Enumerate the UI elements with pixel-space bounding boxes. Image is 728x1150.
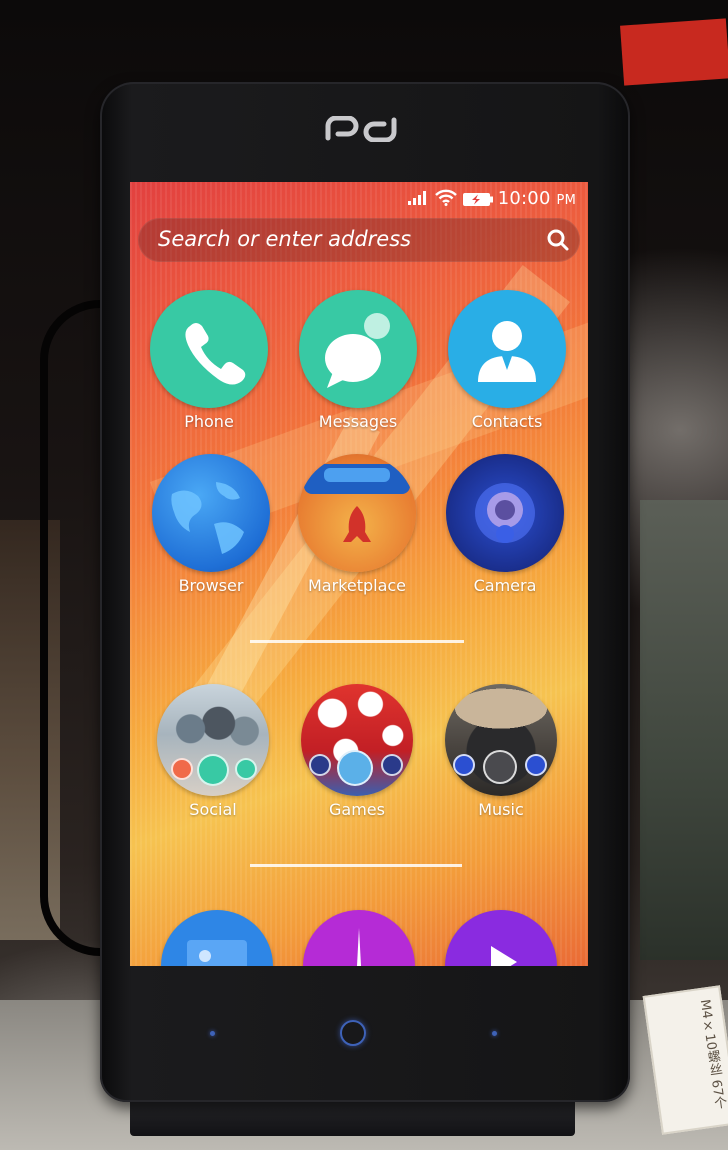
app-gallery[interactable] [152,910,282,966]
app-browser[interactable]: Browser [146,454,276,595]
camera-icon[interactable] [446,454,564,572]
social-app-icon [171,758,193,780]
music-mini-icon [483,750,517,784]
collection-music[interactable]: Music [436,684,566,819]
search-input[interactable]: Search or enter address [158,227,411,251]
app-video[interactable] [436,910,566,966]
music-mini-icon [453,754,475,776]
games-collection-icon[interactable] [301,684,413,796]
collection-games[interactable]: Games [292,684,422,819]
app-phone[interactable]: Phone [144,290,274,431]
wifi-icon [435,189,457,206]
clock-meridiem: PM [556,193,576,208]
clock: 10:00 PM [498,188,576,209]
messages-icon[interactable] [299,290,417,408]
app-label: Marketplace [307,576,407,595]
search-bar[interactable]: Search or enter address [138,218,580,262]
collection-label: Social [189,800,237,819]
app-contacts[interactable]: Contacts [442,290,572,431]
clock-icon[interactable] [303,910,415,966]
app-label: Browser [178,576,244,595]
app-label: Phone [184,412,234,431]
music-collection-icon[interactable] [445,684,557,796]
collection-social[interactable]: Social [148,684,278,819]
browser-icon[interactable] [152,454,270,572]
phone-icon[interactable] [150,290,268,408]
menu-button[interactable] [210,1031,215,1036]
phone-mini-icon [197,754,229,786]
back-button[interactable] [492,1031,497,1036]
marketplace-icon[interactable] [298,454,416,572]
clock-time: 10:00 [497,188,551,209]
signal-icon [408,191,426,205]
music-mini-icon [525,754,547,776]
game-mini-icon [381,754,403,776]
home-button[interactable] [340,1020,366,1046]
home-screen: 10:00 PM Search or enter address Phone M… [130,182,588,966]
search-icon[interactable] [546,228,570,252]
section-divider [250,864,462,867]
red-box [620,18,728,86]
app-messages[interactable]: Messages [293,290,423,431]
app-label: Contacts [471,412,543,431]
app-label: Camera [473,576,537,595]
app-camera[interactable]: Camera [440,454,570,595]
social-collection-icon[interactable] [157,684,269,796]
battery-charging-icon [463,193,493,206]
game-mini-icon [337,750,373,786]
status-bar: 10:00 PM [130,182,588,216]
gallery-icon[interactable] [161,910,273,966]
messages-mini-icon [235,758,257,780]
game-mini-icon [309,754,331,776]
collection-label: Music [478,800,524,819]
app-clock[interactable] [294,910,424,966]
section-divider [250,640,464,643]
video-icon[interactable] [445,910,557,966]
phone-stand [130,1096,575,1136]
contacts-icon[interactable] [448,290,566,408]
paper-stack-right [640,500,728,960]
app-label: Messages [318,412,398,431]
app-marketplace[interactable]: Marketplace [292,454,422,595]
brand-logo-icon [325,116,397,142]
collection-label: Games [329,800,385,819]
